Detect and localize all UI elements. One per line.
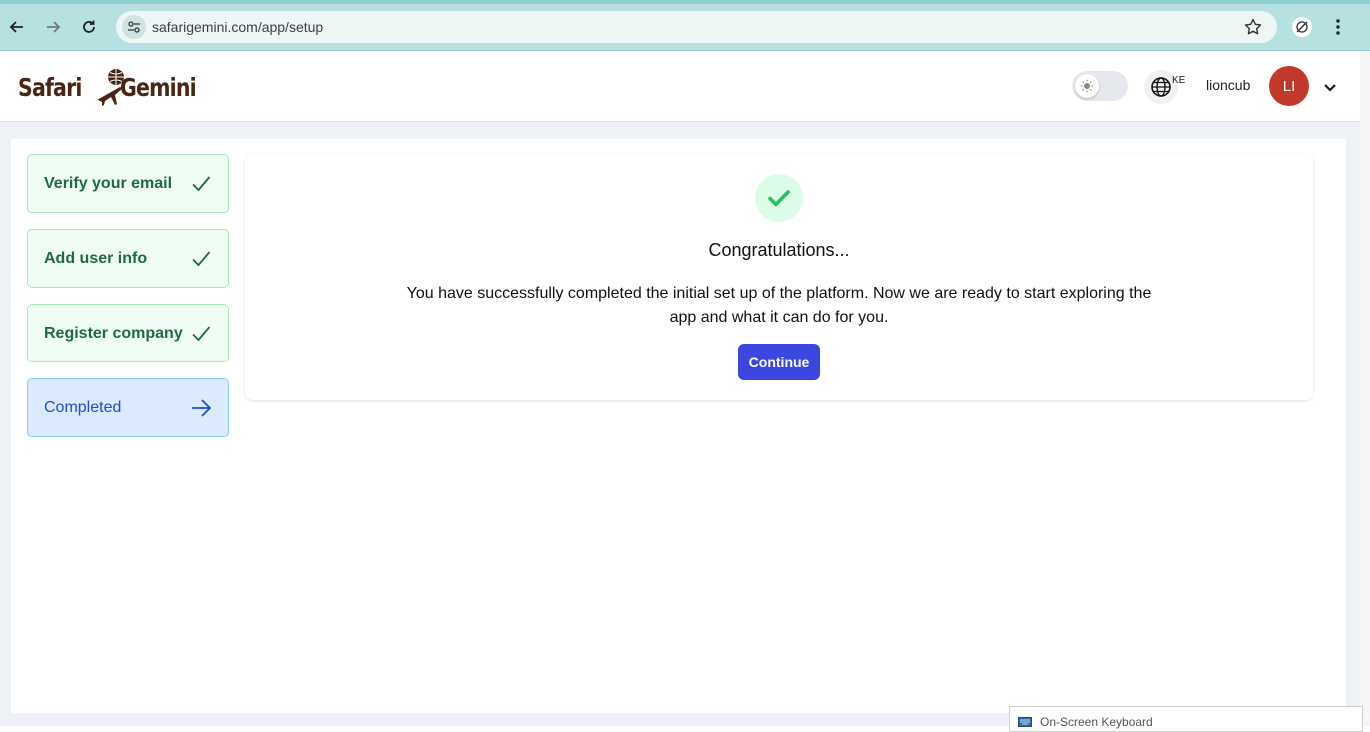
- step-add-user-info[interactable]: Add user info: [27, 229, 229, 288]
- success-check-icon: [755, 174, 803, 222]
- step-label: Completed: [44, 399, 122, 416]
- step-label: Register company: [44, 325, 183, 342]
- page-scrollbar[interactable]: [1360, 51, 1370, 726]
- browser-menu-icon[interactable]: [1328, 17, 1348, 37]
- check-icon: [192, 326, 211, 342]
- site-info-icon[interactable]: [122, 15, 146, 39]
- back-icon[interactable]: [6, 16, 28, 38]
- continue-button[interactable]: Continue: [738, 344, 820, 380]
- theme-toggle[interactable]: [1072, 71, 1128, 101]
- on-screen-keyboard-window[interactable]: On-Screen Keyboard: [1009, 706, 1363, 732]
- sun-icon: [1075, 74, 1099, 98]
- check-icon: [192, 251, 211, 267]
- browser-toolbar: safarigemini.com/app/setup: [0, 0, 1370, 51]
- avatar-initials: LI: [1282, 77, 1296, 95]
- step-label: Verify your email: [44, 175, 173, 192]
- step-verify-email[interactable]: Verify your email: [27, 154, 229, 213]
- username[interactable]: lioncub: [1206, 77, 1250, 93]
- arrow-right-icon: [192, 399, 212, 417]
- brand-logo[interactable]: Safari Gemini: [18, 66, 212, 108]
- logo-word-safari: Safari: [18, 72, 82, 102]
- reload-icon[interactable]: [78, 16, 100, 38]
- bookmark-star-icon[interactable]: [1243, 17, 1263, 37]
- forward-icon[interactable]: [42, 16, 64, 38]
- chevron-down-icon[interactable]: [1322, 79, 1338, 95]
- app-header: Safari Gemini KE lioncub LI: [0, 51, 1360, 122]
- completion-card: Congratulations... You have successfully…: [245, 154, 1313, 400]
- address-bar[interactable]: safarigemini.com/app/setup: [116, 11, 1277, 43]
- extension-icon[interactable]: [1292, 17, 1312, 37]
- language-code: KE: [1172, 75, 1186, 86]
- logo-word-gemini: Gemini: [119, 72, 197, 102]
- osk-title: On-Screen Keyboard: [1040, 715, 1153, 729]
- globe-icon: [1151, 77, 1171, 97]
- step-completed[interactable]: Completed: [27, 378, 229, 437]
- step-register-company[interactable]: Register company: [27, 304, 229, 362]
- completion-message: You have successfully completed the init…: [406, 285, 1152, 326]
- avatar[interactable]: LI: [1269, 66, 1309, 106]
- step-label: Add user info: [44, 250, 148, 267]
- url-text[interactable]: safarigemini.com/app/setup: [152, 19, 323, 35]
- completion-title: Congratulations...: [708, 240, 850, 260]
- check-icon: [192, 176, 211, 192]
